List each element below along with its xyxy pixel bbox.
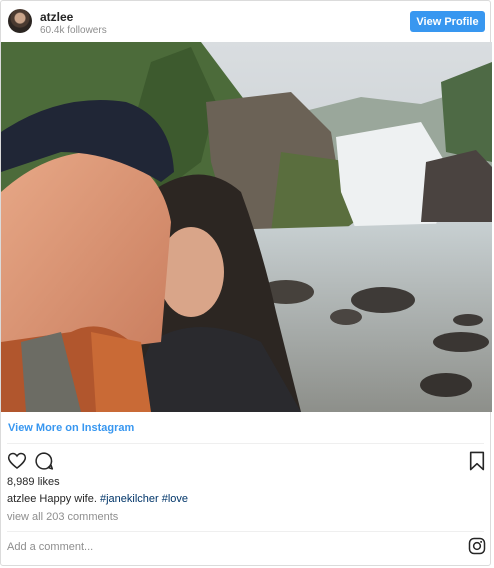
instagram-embed-card: atzlee 60.4k followers View Profile View… — [0, 0, 492, 566]
post-photo-image — [1, 42, 492, 412]
hashtag-link[interactable]: #janekilcher — [100, 493, 159, 505]
hashtag-link[interactable]: #love — [162, 493, 188, 505]
post-header: atzlee 60.4k followers View Profile — [1, 1, 490, 42]
bookmark-icon[interactable] — [468, 451, 490, 473]
caption-username[interactable]: atzlee — [7, 493, 36, 505]
divider — [7, 531, 484, 532]
username-link[interactable]: atzlee — [40, 10, 73, 24]
avatar[interactable] — [8, 9, 32, 33]
post-photo[interactable] — [1, 42, 492, 412]
view-all-comments-link[interactable]: view all 203 comments — [7, 511, 118, 523]
divider — [7, 443, 484, 444]
post-caption: atzlee Happy wife. #janekilcher #love — [7, 493, 188, 505]
comment-bubble-icon[interactable] — [34, 451, 56, 473]
followers-count: 60.4k followers — [40, 25, 107, 36]
view-profile-button[interactable]: View Profile — [410, 11, 485, 32]
heart-icon[interactable] — [7, 451, 29, 473]
action-bar — [7, 451, 485, 473]
view-more-link[interactable]: View More on Instagram — [8, 422, 134, 434]
add-comment-input[interactable]: Add a comment... — [7, 541, 93, 553]
likes-count: 8,989 likes — [7, 476, 60, 488]
instagram-logo-icon[interactable] — [468, 537, 486, 555]
caption-text: Happy wife. — [39, 493, 97, 505]
